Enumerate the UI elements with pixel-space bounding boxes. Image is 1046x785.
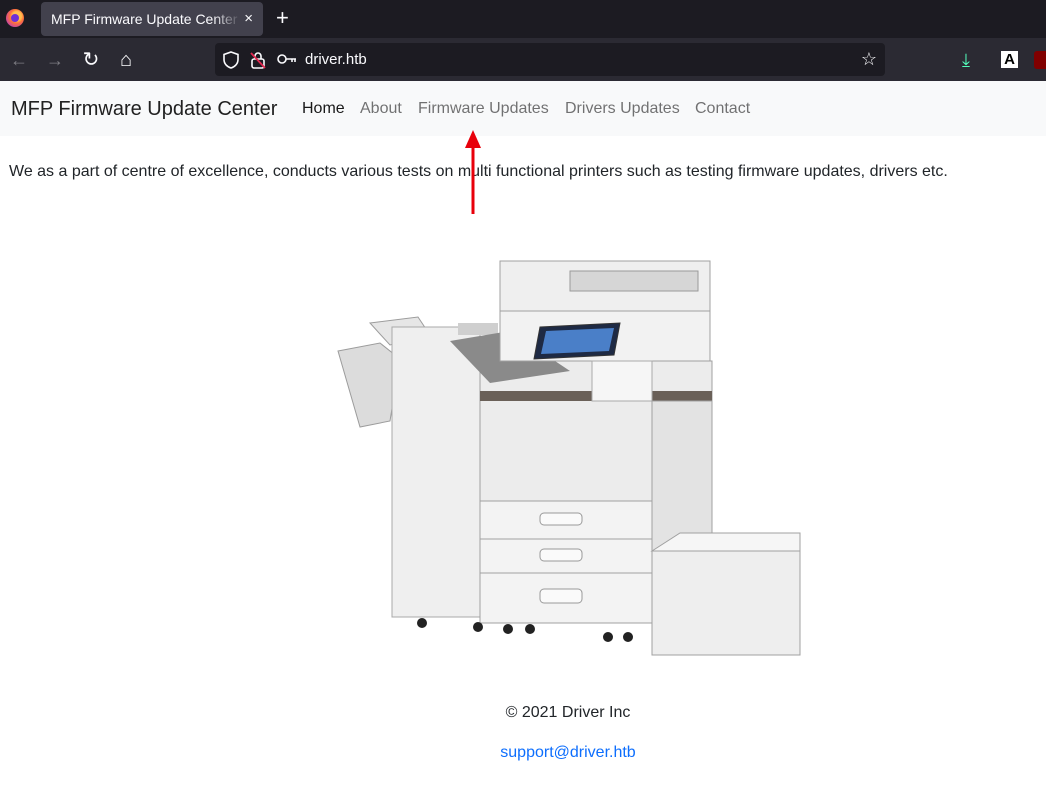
bookmark-star-icon[interactable]: ☆ xyxy=(861,43,877,76)
url-bar[interactable]: driver.htb ☆ xyxy=(215,43,885,76)
printer-image xyxy=(337,260,801,656)
key-icon[interactable] xyxy=(277,43,297,76)
browser-tab[interactable]: MFP Firmware Update Center × xyxy=(41,2,263,36)
web-page: MFP Firmware Update Center Home About Fi… xyxy=(0,81,1046,785)
nav-link-drivers-updates[interactable]: Drivers Updates xyxy=(565,81,680,137)
shield-icon[interactable] xyxy=(223,43,239,76)
browser-tab-bar: MFP Firmware Update Center × + xyxy=(0,0,1046,38)
new-tab-button[interactable]: + xyxy=(276,4,289,32)
reload-icon[interactable]: ↻ xyxy=(78,47,104,73)
footer-copyright: © 2021 Driver Inc xyxy=(505,704,631,721)
browser-toolbar: ← → ↻ ⌂ driver.htb ☆ ⤓ A xyxy=(0,38,1046,81)
url-text[interactable]: driver.htb xyxy=(305,43,367,76)
site-brand[interactable]: MFP Firmware Update Center xyxy=(11,81,277,137)
insecure-lock-icon[interactable] xyxy=(250,43,266,76)
download-icon[interactable]: ⤓ xyxy=(962,47,970,73)
annotation-arrow-icon xyxy=(465,130,481,214)
nav-link-home[interactable]: Home xyxy=(302,81,345,137)
extension-a-icon[interactable]: A xyxy=(1001,51,1018,68)
ublock-extension-icon[interactable] xyxy=(1034,51,1046,69)
site-navbar: MFP Firmware Update Center Home About Fi… xyxy=(0,81,1046,136)
footer-email-link[interactable]: support@driver.htb xyxy=(0,744,1046,762)
forward-arrow-icon[interactable]: → xyxy=(42,47,68,73)
nav-link-about[interactable]: About xyxy=(360,81,402,137)
nav-link-contact[interactable]: Contact xyxy=(695,81,750,137)
tab-close-icon[interactable]: × xyxy=(244,2,253,36)
back-arrow-icon[interactable]: ← xyxy=(6,47,32,73)
firefox-logo-icon[interactable] xyxy=(6,9,24,27)
tab-title: MFP Firmware Update Center xyxy=(51,11,238,27)
nav-link-firmware-updates[interactable]: Firmware Updates xyxy=(418,81,549,137)
home-icon[interactable]: ⌂ xyxy=(113,47,139,73)
